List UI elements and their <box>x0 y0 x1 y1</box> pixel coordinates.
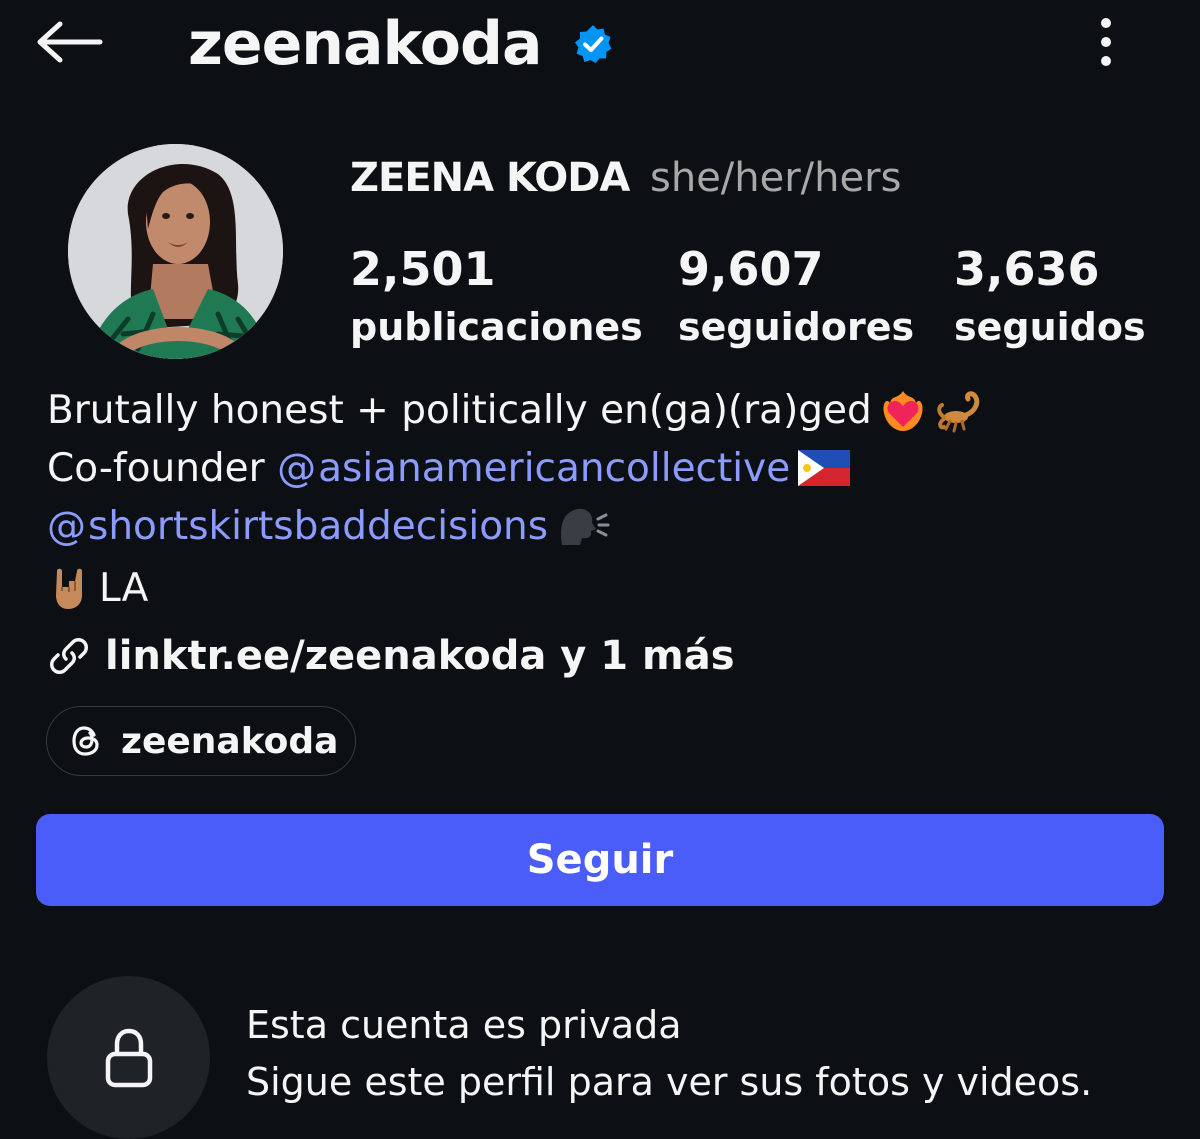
stat-followers-count: 9,607 <box>678 242 824 296</box>
pronouns: she/her/hers <box>650 155 902 201</box>
private-account-title: Esta cuenta es privada <box>246 1003 682 1047</box>
bio-text: Brutally honest + politically en(ga)(ra)… <box>47 387 872 433</box>
sign-of-the-horns-icon <box>56 568 82 609</box>
external-link-text: linktr.ee/zeenakoda y 1 más <box>105 633 735 679</box>
external-link[interactable]: linktr.ee/zeenakoda y 1 más <box>47 628 735 684</box>
stat-followers-label: seguidores <box>678 305 915 349</box>
threads-mention-icon: @ <box>47 503 86 549</box>
back-button[interactable] <box>30 12 110 72</box>
stat-followers[interactable]: 9,607 seguidores <box>678 240 914 356</box>
mention-shortskirtsbaddecisions[interactable]: @shortskirtsbaddecisions <box>47 504 548 549</box>
profile-photo <box>68 144 283 359</box>
bio-location: LA <box>99 565 149 611</box>
avatar[interactable] <box>68 144 283 359</box>
verified-badge-icon <box>575 25 612 63</box>
bio-line-1: Brutally honest + politically en(ga)(ra)… <box>47 382 990 438</box>
lock-icon <box>105 1028 152 1087</box>
bio-line-4: LA <box>47 560 148 616</box>
stat-posts[interactable]: 2,501 publicaciones <box>350 240 643 356</box>
profile-username: zeenakoda <box>188 9 542 79</box>
stat-following[interactable]: 3,636 seguidos <box>954 240 1146 356</box>
stat-posts-label: publicaciones <box>350 305 643 349</box>
follow-button[interactable]: Seguir <box>36 814 1164 906</box>
arrow-left-icon <box>37 21 103 63</box>
threads-icon <box>72 726 99 756</box>
bio-cofounder-text: Co-founder <box>47 445 278 491</box>
private-account-subtitle: Sigue este perfil para ver sus fotos y v… <box>246 1060 1093 1104</box>
speaking-head-icon <box>561 508 610 545</box>
bio-line-3: @shortskirtsbaddecisions <box>47 498 610 554</box>
mention-shortskirtsbaddecisions-text: shortskirtsbaddecisions <box>88 503 549 549</box>
threads-profile-button[interactable]: zeenakoda <box>46 706 356 776</box>
heart-on-fire-icon <box>883 391 923 431</box>
stat-following-count: 3,636 <box>954 242 1100 296</box>
display-name: ZEENA KODA <box>350 155 630 201</box>
mention-asianamericancollective-text: asianamericancollective <box>318 445 791 491</box>
philippines-flag-icon <box>798 450 851 486</box>
stat-following-label: seguidos <box>954 305 1146 349</box>
link-icon <box>50 638 88 674</box>
threads-username: zeenakoda <box>121 720 339 762</box>
threads-mention-icon: @ <box>277 445 317 491</box>
mention-asianamericancollective[interactable]: @asianamericancollective <box>277 446 790 491</box>
scorpion-icon <box>937 391 980 433</box>
stat-posts-count: 2,501 <box>350 242 496 296</box>
private-account-icon-circle <box>47 976 210 1139</box>
more-vertical-icon <box>1101 18 1111 66</box>
bio-line-2: Co-founder @asianamericancollective <box>47 440 851 496</box>
more-options-button[interactable] <box>1084 12 1128 72</box>
